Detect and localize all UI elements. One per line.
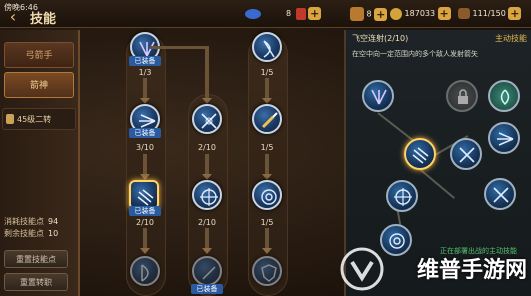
skill-slot-selected[interactable] (404, 138, 436, 170)
cross-arrow-icon (493, 187, 509, 203)
skill-level: 1/5 (260, 143, 274, 152)
skill-column-3: 1/5 1/5 1/5 (240, 28, 300, 296)
skill-level: 2/10 (198, 143, 216, 152)
compass-icon (200, 188, 218, 206)
potion-icon (295, 7, 306, 20)
locked-tab-second-job[interactable]: 45级二转 (2, 108, 76, 130)
skill-level: 1/5 (260, 218, 274, 227)
bow-icon (141, 264, 149, 282)
add-stamina-button[interactable]: + (308, 7, 322, 20)
spent-points-label: 消耗技能点 (4, 217, 44, 226)
skill-slot-locked[interactable] (446, 80, 478, 112)
energy-icon (245, 8, 261, 19)
skill-slot[interactable] (488, 80, 520, 112)
skill-node[interactable] (192, 104, 222, 134)
ticket-display: 8 + (350, 7, 388, 21)
stamina-value: 8 (286, 9, 292, 18)
rain-arrow-icon (412, 147, 429, 164)
ticket-icon (350, 7, 364, 21)
class-sidebar: 弓箭手 箭神 45级二转 消耗技能点 94 剩余技能点 10 重置技能点 重置转职 (0, 30, 80, 296)
cross-arrow-icon (459, 147, 475, 163)
spent-points-value: 94 (48, 217, 59, 226)
bow-icon (263, 40, 275, 58)
skill-node[interactable] (252, 32, 282, 62)
skill-column-1: 已装备 1/3 已装备 3/10 已装备 2/10 (118, 28, 178, 296)
bag-display: 111/150 + (458, 7, 522, 21)
skill-slot[interactable] (450, 138, 482, 170)
skill-level: 2/10 (136, 218, 154, 227)
back-button[interactable]: ‹ (2, 8, 24, 26)
skill-slot[interactable] (362, 80, 394, 112)
spread-arrow-icon (497, 132, 514, 146)
equipped-tag: 已装备 (191, 284, 223, 294)
bag-icon (458, 8, 470, 19)
skill-node[interactable] (130, 256, 160, 286)
skill-slot[interactable] (488, 122, 520, 154)
equipped-tag: 已装备 (129, 56, 161, 66)
lock-icon (458, 89, 468, 104)
skill-node[interactable] (252, 104, 282, 134)
tab-arrow-god[interactable]: 箭神 (4, 72, 74, 98)
reset-job-button[interactable]: 重置转职 (4, 273, 68, 291)
ticket-value: 8 (366, 9, 372, 19)
triple-arrow-icon (371, 89, 387, 105)
skill-slot[interactable] (386, 180, 418, 212)
locked-tab-label: 45级二转 (17, 115, 52, 124)
skill-tree: 已装备 1/3 已装备 3/10 已装备 2/10 2/10 2/10 已装备 … (82, 28, 340, 296)
game-screen: 傍晚6:46 ‹ 技能 8 + 8 + 187033 + 111/150 + 弓… (0, 0, 531, 296)
gold-value: 187033 (404, 9, 436, 18)
add-gold-button[interactable]: + (437, 7, 451, 20)
rain-arrow-icon (137, 189, 154, 206)
remaining-points-label: 剩余技能点 (4, 229, 44, 238)
top-bar: 傍晚6:46 ‹ 技能 8 + 8 + 187033 + 111/150 + (0, 0, 531, 28)
skill-level: 1/5 (260, 68, 274, 77)
skill-node[interactable] (252, 256, 282, 286)
watermark-text: 维普手游网 (416, 258, 527, 283)
target-icon (261, 189, 277, 205)
gold-coin-icon (390, 7, 402, 20)
tab-archer[interactable]: 弓箭手 (4, 42, 74, 68)
page-title: 技能 (30, 12, 57, 27)
reset-skill-points-button[interactable]: 重置技能点 (4, 250, 68, 268)
remaining-points: 剩余技能点 10 (4, 228, 58, 239)
skill-node[interactable] (252, 180, 282, 210)
skill-level: 2/10 (198, 218, 216, 227)
skill-node[interactable] (192, 180, 222, 210)
stamina-display: 8 + (286, 7, 322, 21)
gold-display: 187033 + (390, 7, 451, 21)
skill-description: 在空中向一定范围内的多个敌人发射箭矢 (352, 50, 478, 58)
spent-points: 消耗技能点 94 (4, 216, 58, 227)
lock-icon (6, 114, 14, 124)
expand-bag-button[interactable]: + (508, 7, 522, 20)
shield-icon (261, 264, 277, 282)
bag-value: 111/150 (472, 9, 506, 18)
watermark-logo (340, 247, 384, 291)
compass-icon (394, 188, 412, 206)
skill-column-2: 2/10 2/10 已装备 (150, 28, 240, 296)
skill-type: 主动技能 (495, 34, 527, 43)
skill-title: 飞空连射(2/10) (352, 34, 409, 43)
cross-arrow-icon (201, 113, 217, 129)
skill-level: 3/10 (136, 143, 154, 152)
equipped-tag: 已装备 (129, 206, 161, 216)
equipped-tag: 已装备 (129, 128, 161, 138)
dagger-icon (261, 112, 278, 129)
skill-node[interactable] (192, 256, 222, 286)
feather-icon (202, 266, 216, 280)
skill-slot[interactable] (484, 178, 516, 210)
energy-display (245, 7, 261, 21)
swirl-icon (500, 89, 510, 106)
add-ticket-button[interactable]: + (374, 7, 388, 21)
skill-level: 1/3 (138, 68, 152, 77)
remaining-points-value: 10 (48, 229, 59, 238)
